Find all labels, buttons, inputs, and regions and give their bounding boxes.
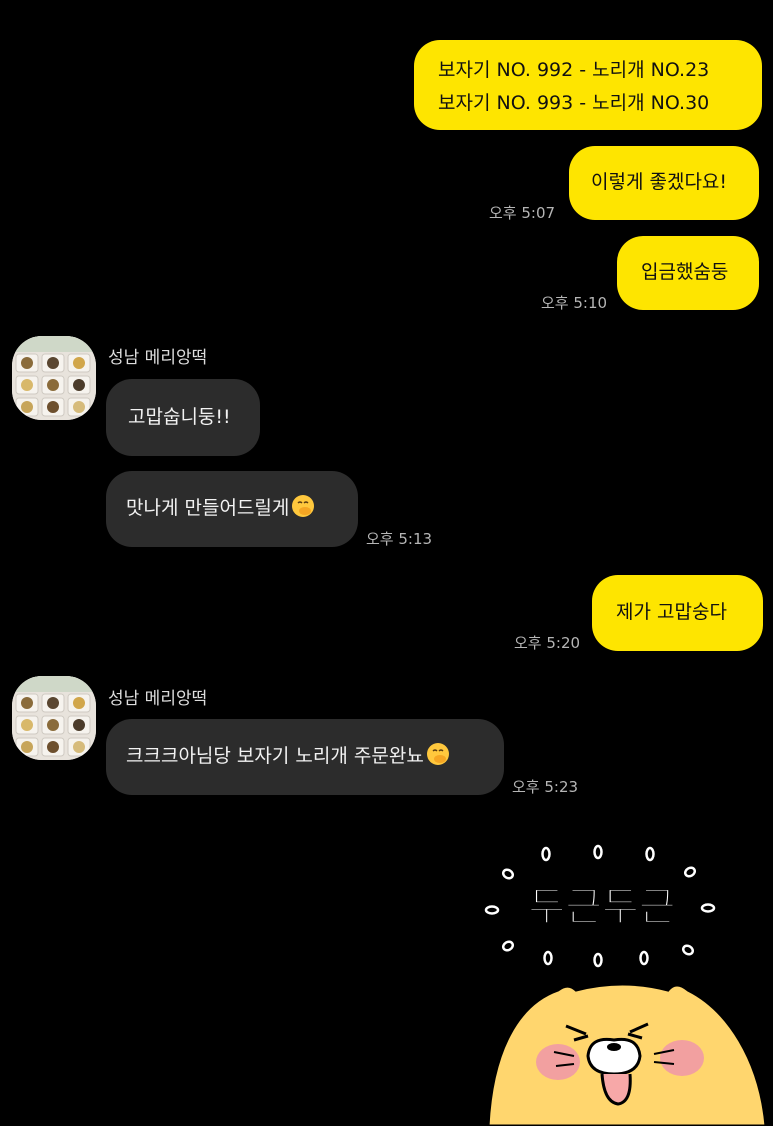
message-timestamp: 오후 5:13 [366, 530, 433, 548]
outgoing-message-2[interactable]: 이렇게 좋겠다요! [569, 146, 759, 220]
message-line: 보자기 NO. 992 - 노리개 NO.23 [438, 59, 710, 81]
message-timestamp: 오후 5:10 [541, 294, 608, 312]
message-timestamp: 오후 5:07 [489, 204, 556, 222]
food-photo-icon [12, 336, 96, 420]
face-with-hand-over-mouth-icon [426, 743, 449, 765]
message-timestamp: 오후 5:23 [512, 778, 579, 796]
message-line: 보자기 NO. 993 - 노리개 NO.30 [438, 92, 710, 114]
incoming-message-1[interactable]: 고맙숩니둥!! [106, 379, 260, 456]
message-text: 고맙숩니둥!! [128, 406, 231, 428]
message-text: 크크크아님당 보자기 노리개 주문완뇨 [126, 745, 424, 767]
contact-avatar[interactable] [12, 336, 96, 420]
hamster-sticker[interactable]: 두근두근 [478, 840, 768, 1126]
message-text: 맛나게 만들어드릴게 [126, 497, 290, 519]
food-photo-icon [12, 676, 96, 760]
incoming-message-2[interactable]: 맛나게 만들어드릴게 [106, 471, 358, 547]
outgoing-message-3[interactable]: 입금했숨둥 [617, 236, 759, 310]
incoming-message-3[interactable]: 크크크아님당 보자기 노리개 주문완뇨 [106, 719, 504, 795]
message-text: 입금했숨둥 [641, 261, 729, 283]
contact-avatar[interactable] [12, 676, 96, 760]
outgoing-message-4[interactable]: 제가 고맙숭다 [592, 575, 763, 651]
face-with-hand-over-mouth-icon [292, 495, 315, 517]
message-text: 이렇게 좋겠다요! [591, 171, 728, 193]
message-timestamp: 오후 5:20 [514, 634, 581, 652]
message-text: 제가 고맙숭다 [616, 601, 727, 623]
sticker-text: 두근두근 [528, 884, 675, 930]
contact-name: 성남 메리앙떡 [108, 348, 208, 368]
contact-name: 성남 메리앙떡 [108, 689, 208, 709]
outgoing-message-1[interactable]: 보자기 NO. 992 - 노리개 NO.23 보자기 NO. 993 - 노리… [414, 40, 762, 130]
